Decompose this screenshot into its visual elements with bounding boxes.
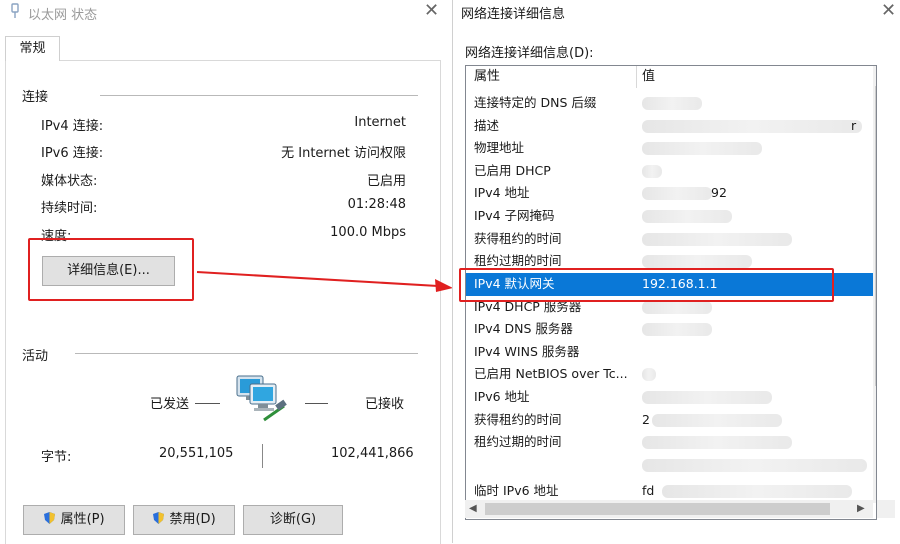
property-name: IPv4 WINS 服务器 xyxy=(474,343,580,359)
close-icon[interactable]: ✕ xyxy=(881,0,896,21)
divider xyxy=(75,353,418,354)
redaction-blur xyxy=(642,210,732,223)
list-item[interactable]: 已启用 DHCP xyxy=(466,160,874,183)
received-line xyxy=(305,403,328,404)
horizontal-scrollbar[interactable]: ◀ ▶ xyxy=(465,500,873,518)
redaction-blur xyxy=(642,142,762,156)
property-name: 获得租约的时间 xyxy=(474,411,562,427)
redaction-blur xyxy=(642,187,712,201)
property-name: IPv6 地址 xyxy=(474,389,530,404)
media-state-label: 媒体状态: xyxy=(41,174,98,189)
list-item[interactable]: 获得租约的时间 xyxy=(466,228,874,251)
property-value: 92 xyxy=(711,185,727,201)
window-title: 网络连接详细信息 xyxy=(461,7,566,22)
property-name: IPv4 DNS 服务器 xyxy=(474,321,573,337)
diagnose-button[interactable]: 诊断(G) xyxy=(243,505,343,535)
properties-label: 属性(P) xyxy=(60,512,105,527)
duration-value: 01:28:48 xyxy=(347,197,406,212)
bytes-sent-value: 20,551,105 xyxy=(159,446,234,461)
shield-icon xyxy=(153,512,165,524)
close-icon[interactable]: ✕ xyxy=(424,0,439,21)
redaction-blur xyxy=(642,368,656,382)
ipv4-connection-value: Internet xyxy=(354,115,406,130)
redaction-blur xyxy=(642,323,712,337)
column-header-property[interactable]: 属性 xyxy=(474,66,500,88)
bytes-label: 字节: xyxy=(41,450,72,465)
sent-line xyxy=(195,403,220,404)
property-name: 租约过期的时间 xyxy=(474,434,562,450)
redaction-blur xyxy=(652,413,782,427)
property-value: r xyxy=(851,117,857,133)
property-name: IPv4 子网掩码 xyxy=(474,208,555,223)
property-name: 已启用 DHCP xyxy=(474,162,551,178)
list-item[interactable] xyxy=(466,454,874,477)
annotation-arrow xyxy=(196,271,453,292)
property-name: IPv4 地址 xyxy=(474,185,530,201)
list-item[interactable]: 物理地址 xyxy=(466,137,874,160)
column-header-value[interactable]: 值 xyxy=(642,66,655,88)
vertical-scrollbar[interactable]: ▲ ▼ xyxy=(873,66,876,503)
property-name: 临时 IPv6 地址 xyxy=(474,483,559,498)
redaction-blur xyxy=(642,97,702,110)
redaction-blur xyxy=(642,255,752,269)
redaction-blur xyxy=(642,391,772,404)
disable-label: 禁用(D) xyxy=(169,512,216,527)
property-value: fd xyxy=(642,483,655,498)
list-item[interactable]: 已启用 NetBIOS over Tc... xyxy=(466,363,874,386)
property-name: 物理地址 xyxy=(474,140,525,156)
received-label: 已接收 xyxy=(365,397,405,412)
scroll-right-icon[interactable]: ▶ xyxy=(857,503,865,514)
property-name: 已启用 NetBIOS over Tc... xyxy=(474,366,628,382)
window-app-icon xyxy=(8,3,22,22)
column-separator[interactable] xyxy=(636,66,637,88)
vertical-scroll-thumb[interactable] xyxy=(875,86,876,386)
tab-general[interactable]: 常规 xyxy=(5,36,60,61)
list-item[interactable]: IPv4 WINS 服务器 xyxy=(466,341,874,364)
activity-heading: 活动 xyxy=(22,349,49,364)
list-item[interactable]: 描述 r xyxy=(466,115,874,138)
speed-value: 100.0 Mbps xyxy=(330,225,406,240)
redaction-blur xyxy=(642,164,662,178)
redaction-blur xyxy=(662,485,852,498)
ipv4-connection-label: IPv4 连接: xyxy=(41,119,104,134)
redaction-blur xyxy=(642,119,862,133)
ipv6-connection-value: 无 Internet 访问权限 xyxy=(281,146,406,161)
scroll-left-icon[interactable]: ◀ xyxy=(469,503,477,514)
redaction-blur xyxy=(642,458,867,472)
list-item[interactable]: IPv6 地址 xyxy=(466,386,874,409)
redaction-blur xyxy=(642,232,792,246)
network-computers-icon xyxy=(234,372,290,425)
details-list-label: 网络连接详细信息(D): xyxy=(465,46,594,61)
property-value: 2 xyxy=(642,411,650,427)
property-name: 连接特定的 DNS 后缀 xyxy=(474,95,597,110)
property-name: 获得租约的时间 xyxy=(474,230,562,246)
sent-label: 已发送 xyxy=(150,397,190,412)
list-item[interactable]: IPv4 地址 92 xyxy=(466,182,874,205)
list-item[interactable]: 连接特定的 DNS 后缀 xyxy=(466,92,874,115)
network-details-window: 网络连接详细信息 ✕ 网络连接详细信息(D): 属性 值 连接特定的 DNS 后… xyxy=(452,0,900,543)
media-state-value: 已启用 xyxy=(366,174,406,189)
highlight-box-gateway xyxy=(459,268,834,302)
bytes-divider xyxy=(262,444,263,468)
scrollbar-corner xyxy=(877,500,895,518)
ipv6-connection-label: IPv6 连接: xyxy=(41,146,104,161)
window-title: 以太网 状态 xyxy=(28,8,98,23)
redaction-blur xyxy=(642,300,712,314)
properties-button[interactable]: 属性(P) xyxy=(23,505,125,535)
list-item[interactable]: IPv4 子网掩码 xyxy=(466,205,874,228)
property-name: 描述 xyxy=(474,117,500,133)
list-item[interactable]: IPv4 DNS 服务器 xyxy=(466,318,874,341)
redaction-blur xyxy=(642,436,792,450)
connection-heading: 连接 xyxy=(22,90,49,105)
details-button[interactable]: 详细信息(E)... xyxy=(42,256,175,286)
divider xyxy=(100,95,418,96)
list-header: 属性 值 xyxy=(466,66,874,89)
list-item[interactable]: 租约过期的时间 xyxy=(466,431,874,454)
horizontal-scroll-thumb[interactable] xyxy=(485,503,830,515)
bytes-received-value: 102,441,866 xyxy=(331,446,414,461)
disable-button[interactable]: 禁用(D) xyxy=(133,505,235,535)
duration-label: 持续时间: xyxy=(41,201,98,216)
list-item[interactable]: 获得租约的时间 2 xyxy=(466,409,874,432)
shield-icon xyxy=(44,512,56,524)
